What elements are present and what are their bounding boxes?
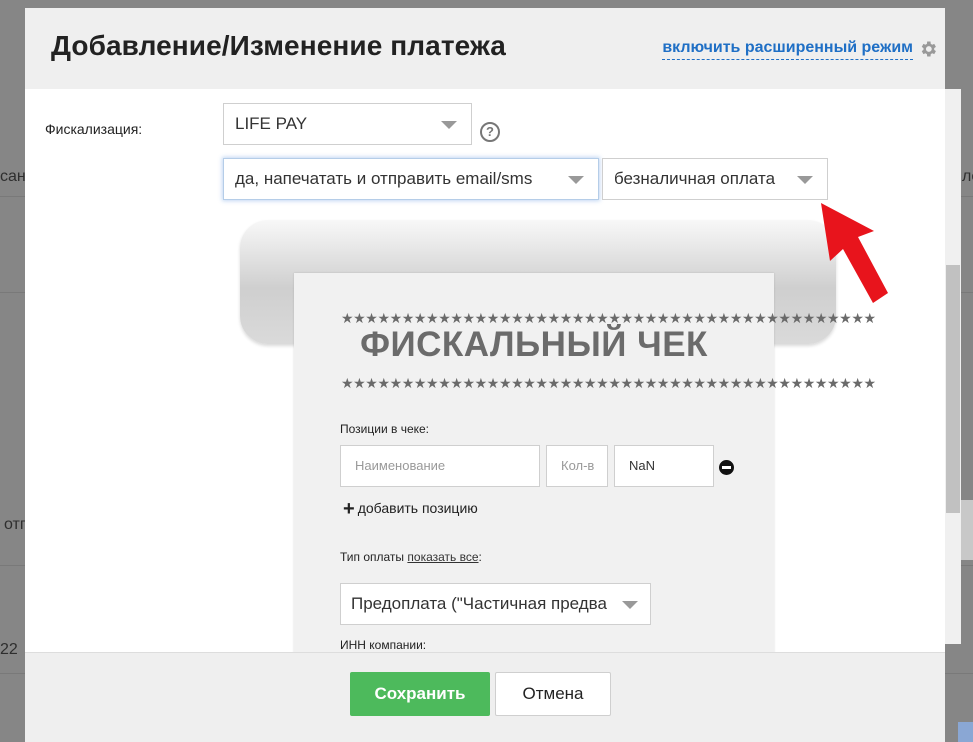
item-name-input[interactable]: Наименование [340, 445, 540, 487]
chevron-down-icon [568, 176, 584, 184]
item-name-placeholder: Наименование [355, 458, 446, 473]
plus-icon: + [343, 498, 355, 520]
payment-type-colon: : [478, 550, 482, 564]
payment-type-value: Предоплата ("Частичная предва [351, 594, 607, 613]
payment-type-label: Тип оплаты показать все: [340, 550, 482, 564]
payment-method-select[interactable]: безналичная оплата [602, 158, 828, 200]
dialog-header: Добавление/Изменение платежа включить ра… [25, 8, 945, 89]
fiscal-provider-select[interactable]: LIFE PAY [223, 103, 472, 145]
dialog-body: Фискализация: LIFE PAY ? да, напечатать … [25, 89, 945, 652]
item-quantity-placeholder: Кол-в [561, 458, 595, 473]
payment-dialog: Добавление/Изменение платежа включить ра… [25, 8, 945, 742]
receipt-stars-bottom: ★★★★★★★★★★★★★★★★★★★★★★★★★★★★★★★★★★★★★★★★… [341, 375, 876, 391]
receipt-title: ФИСКАЛЬНЫЙ ЧЕК [360, 325, 708, 364]
fiscal-mode-select[interactable]: да, напечатать и отправить email/sms [223, 158, 599, 200]
chevron-down-icon [622, 601, 638, 609]
save-button[interactable]: Сохранить [350, 672, 490, 716]
payment-method-value: безналичная оплата [614, 169, 776, 188]
bg-badge [958, 722, 973, 742]
payment-type-select[interactable]: Предоплата ("Частичная предва [340, 583, 651, 625]
fiscalization-label: Фискализация: [45, 121, 143, 137]
dialog-title: Добавление/Изменение платежа [51, 30, 506, 61]
show-all-link[interactable]: показать все [407, 550, 478, 564]
inn-label: ИНН компании: [340, 638, 427, 652]
advanced-mode-link[interactable]: включить расширенный режим [662, 39, 913, 60]
gear-icon[interactable] [918, 39, 938, 59]
item-price-input[interactable]: NaN [614, 445, 714, 487]
bg-scrollbar [961, 500, 973, 560]
add-position-link[interactable]: + добавить позицию [343, 498, 478, 521]
page-scrollbar-thumb[interactable] [946, 265, 960, 513]
item-quantity-input[interactable]: Кол-в [546, 445, 608, 487]
dialog-footer: Сохранить Отмена [25, 652, 945, 742]
question-circle-icon[interactable]: ? [480, 122, 500, 142]
fiscal-provider-value: LIFE PAY [235, 114, 308, 133]
chevron-down-icon [441, 121, 457, 129]
payment-type-label-text: Тип оплаты [340, 550, 405, 564]
add-position-label: добавить позицию [357, 500, 478, 516]
item-price-value: NaN [629, 458, 656, 473]
red-arrow-icon [821, 203, 888, 303]
positions-label: Позиции в чеке: [340, 422, 430, 436]
fiscal-receipt: ★★★★★★★★★★★★★★★★★★★★★★★★★★★★★★★★★★★★★★★★… [294, 273, 876, 652]
remove-circle-icon[interactable] [719, 460, 734, 475]
fiscal-mode-value: да, напечатать и отправить email/sms [235, 169, 533, 188]
cancel-button[interactable]: Отмена [495, 672, 611, 716]
chevron-down-icon [797, 176, 813, 184]
